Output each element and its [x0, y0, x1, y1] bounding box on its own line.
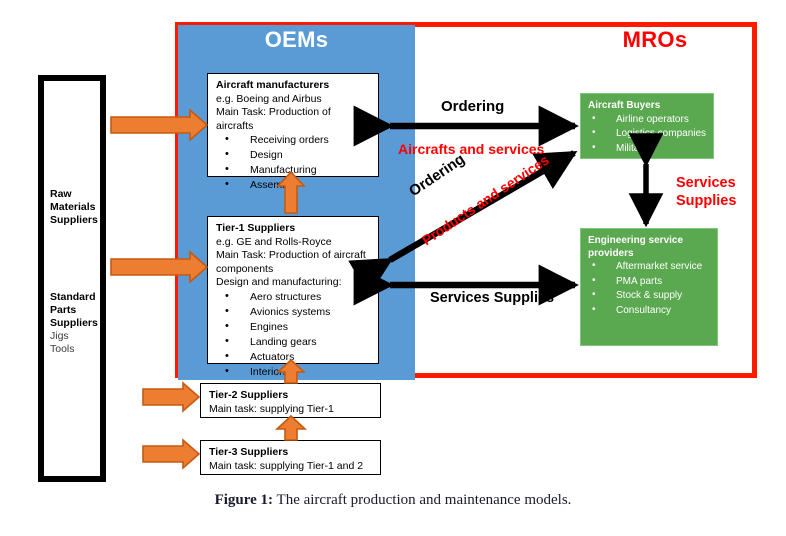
list-item: Interiors: [216, 364, 371, 380]
aircraft-buyers-box: Aircraft Buyers Airline operators Logist…: [580, 93, 714, 159]
raw-materials-line-2: Materials: [50, 201, 96, 213]
standard-parts-line-3: Suppliers: [50, 317, 98, 329]
tier2-suppliers-box: Tier-2 Suppliers Main task: supplying Ti…: [200, 383, 381, 418]
list-item: Logistics companies: [588, 126, 707, 142]
aircraft-manufacturers-line-1: e.g. Boeing and Airbus: [216, 92, 322, 105]
list-item: Military: [588, 141, 707, 157]
list-item: Airline operators: [588, 112, 707, 128]
list-item: Stock & supply: [588, 288, 711, 304]
figure-caption: Figure 1: The aircraft production and ma…: [0, 492, 786, 509]
figure-canvas: OEMs MROs Raw Materials Suppliers Standa…: [0, 0, 786, 536]
label-aircrafts-and-services: Aircrafts and services: [398, 141, 545, 157]
tier1-suppliers-box: Tier-1 Suppliers e.g. GE and Rolls-Royce…: [207, 216, 379, 379]
list-item: Landing gears: [216, 334, 371, 350]
standard-parts-line-1: Standard: [50, 291, 96, 303]
raw-materials-suppliers-label: Raw Materials Suppliers: [50, 188, 110, 227]
tier3-suppliers-box: Tier-3 Suppliers Main task: supplying Ti…: [200, 440, 381, 475]
aircraft-manufacturers-list: Receiving orders Design Manufacturing As…: [216, 132, 371, 193]
services-supplies-vertical-line-1: Services: [676, 175, 736, 191]
figure-caption-label: Figure 1:: [214, 492, 274, 508]
standard-parts-sub-2: Tools: [50, 343, 75, 355]
list-item: Consultancy: [588, 303, 711, 319]
orange-arrow-tier3-to-tier2: [274, 414, 308, 441]
aircraft-manufacturers-line-2: Main Task: Production of aircrafts: [216, 106, 331, 132]
list-item: Aero structures: [216, 289, 371, 305]
engineering-services-title-line-1: Engineering service: [588, 235, 684, 246]
engineering-service-providers-box: Engineering service providers Aftermarke…: [580, 228, 718, 346]
raw-materials-line-1: Raw: [50, 188, 72, 200]
tier1-line-3: components: [216, 262, 274, 275]
aircraft-buyers-title: Aircraft Buyers: [588, 100, 661, 111]
list-item: Manufacturing: [216, 162, 371, 178]
suppliers-column: [38, 75, 106, 482]
list-item: Receiving orders: [216, 132, 371, 148]
aircraft-manufacturers-box: Aircraft manufacturers e.g. Boeing and A…: [207, 73, 379, 192]
standard-parts-suppliers-label: Standard Parts Suppliers Jigs Tools: [50, 291, 110, 356]
orange-arrow-to-tier2: [142, 381, 201, 413]
services-supplies-vertical-line-2: Supplies: [676, 193, 737, 209]
engineering-services-title-line-2: providers: [588, 247, 634, 259]
figure-caption-text: The aircraft production and maintenance …: [273, 492, 572, 508]
engineering-services-list: Aftermarket service PMA parts Stock & su…: [588, 259, 711, 319]
tier1-line-1: e.g. GE and Rolls-Royce: [216, 235, 332, 248]
mro-panel-title: MROs: [622, 27, 688, 52]
list-item: Assembly: [216, 177, 371, 193]
label-services-supplies-vertical: Services Supplies: [676, 174, 736, 210]
tier2-line-1: Main task: supplying Tier-1: [209, 402, 334, 415]
standard-parts-sub-1: Jigs: [50, 330, 69, 342]
tier1-title: Tier-1 Suppliers: [216, 222, 296, 234]
tier1-line-4: Design and manufacturing:: [216, 276, 342, 288]
orange-arrow-to-tier3: [142, 438, 201, 470]
list-item: Actuators: [216, 349, 371, 365]
label-services-supplies-horizontal: Services Supplies: [430, 290, 555, 306]
aircraft-manufacturers-title: Aircraft manufacturers: [216, 79, 330, 91]
list-item: Design: [216, 147, 371, 163]
list-item: Avionics systems: [216, 304, 371, 320]
list-item: Engines: [216, 319, 371, 335]
standard-parts-line-2: Parts: [50, 304, 77, 316]
tier1-line-2: Main Task: Production of aircraft: [216, 249, 366, 261]
list-item: Aftermarket service: [588, 259, 711, 275]
list-item: PMA parts: [588, 274, 711, 290]
aircraft-buyers-list: Airline operators Logistics companies Mi…: [588, 112, 707, 157]
label-ordering-top: Ordering: [441, 98, 505, 115]
tier1-list: Aero structures Avionics systems Engines…: [216, 289, 371, 380]
tier2-title: Tier-2 Suppliers: [209, 389, 289, 401]
raw-materials-line-3: Suppliers: [50, 214, 98, 226]
oem-panel-title: OEMs: [264, 27, 329, 52]
tier3-title: Tier-3 Suppliers: [209, 446, 289, 458]
tier3-line-1: Main task: supplying Tier-1 and 2: [209, 459, 364, 472]
